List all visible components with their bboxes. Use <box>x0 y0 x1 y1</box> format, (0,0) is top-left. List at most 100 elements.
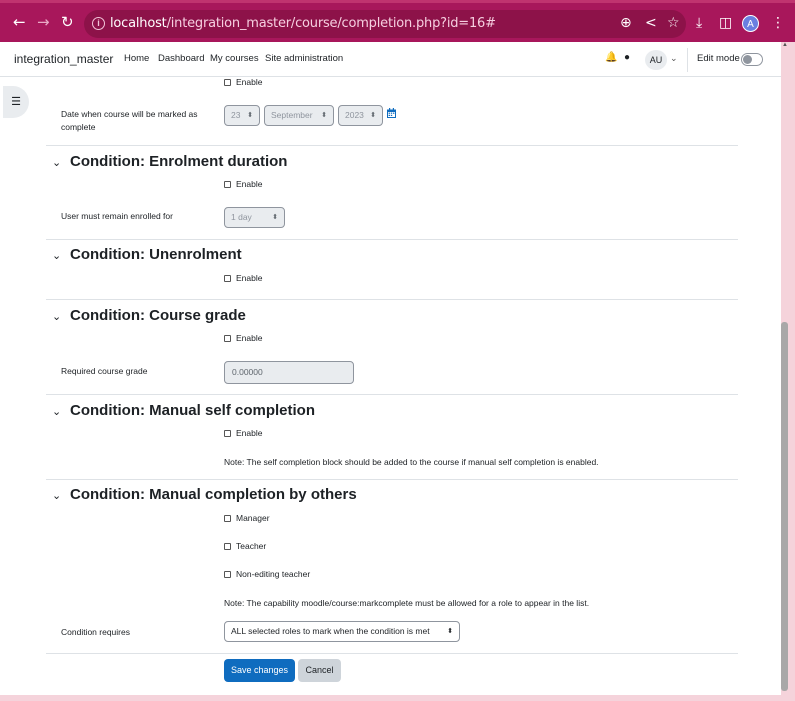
self-completion-enable-checkbox[interactable]: Enable <box>224 428 262 439</box>
date-complete-label: Date when course will be marked as compl… <box>61 109 198 132</box>
year-select[interactable]: 2023 ⬍ <box>338 105 383 126</box>
section-divider <box>46 299 738 300</box>
required-grade-label: Required course grade <box>61 366 148 376</box>
download-icon[interactable]: ⤓ <box>696 15 702 31</box>
chevron-down-icon[interactable]: ⌄ <box>52 156 66 169</box>
checkbox-label: Manager <box>236 513 270 523</box>
nav-site-administration[interactable]: Site administration <box>265 53 343 64</box>
calendar-icon[interactable] <box>387 108 396 118</box>
checkbox-box[interactable] <box>224 181 231 188</box>
select-arrow-icon: ⬍ <box>247 112 253 119</box>
checkbox-label: Enable <box>236 333 263 343</box>
navbar-divider <box>687 48 688 72</box>
forward-icon[interactable]: → <box>37 14 50 30</box>
condition-requires-label: Condition requires <box>61 627 130 637</box>
section-title: Condition: Enrolment duration <box>70 153 288 170</box>
checkbox-label: Enable <box>236 77 263 87</box>
profile-avatar[interactable]: A <box>742 15 759 32</box>
section-title: Condition: Unenrolment <box>70 246 242 263</box>
select-value: 1 day <box>231 212 252 222</box>
section-title: Condition: Manual self completion <box>70 402 315 419</box>
checkbox-box[interactable] <box>224 79 231 86</box>
chevron-down-icon[interactable]: ⌄ <box>52 405 66 418</box>
unenrolment-enable-checkbox[interactable]: Enable <box>224 273 262 284</box>
section-course-grade[interactable]: ⌄ Condition: Course grade <box>52 307 246 324</box>
checkbox-box[interactable] <box>224 543 231 550</box>
course-grade-enable-checkbox[interactable]: Enable <box>224 333 262 344</box>
site-info-icon[interactable]: i <box>92 17 105 30</box>
url-text: localhost/integration_master/course/comp… <box>110 16 496 31</box>
side-panel-icon[interactable]: ◫ <box>719 15 732 31</box>
select-value: 2023 <box>345 110 364 120</box>
site-brand[interactable]: integration_master <box>14 52 113 66</box>
edit-mode-toggle[interactable] <box>741 53 763 66</box>
checkbox-box[interactable] <box>224 515 231 522</box>
messages-icon[interactable]: ● <box>624 52 630 63</box>
required-grade-input[interactable]: 0.00000 <box>224 361 354 384</box>
chevron-down-icon[interactable]: ⌄ <box>52 310 66 323</box>
scrollbar-thumb[interactable] <box>781 322 788 691</box>
section-divider <box>46 145 738 146</box>
bookmark-star-icon[interactable]: ☆ <box>667 15 680 31</box>
browser-toolbar: ← → ↻ i localhost/integration_master/cou… <box>0 0 795 42</box>
checkbox-label: Enable <box>236 179 263 189</box>
checkbox-box[interactable] <box>224 275 231 282</box>
section-manual-completion-by-others[interactable]: ⌄ Condition: Manual completion by others <box>52 486 357 503</box>
checkbox-label: Non-editing teacher <box>236 569 311 579</box>
self-completion-note: Note: The self completion block should b… <box>224 457 599 467</box>
section-divider <box>46 239 738 240</box>
share-icon[interactable]: < <box>645 15 657 31</box>
nav-dashboard[interactable]: Dashboard <box>158 53 204 64</box>
condition-requires-select[interactable]: ALL selected roles to mark when the cond… <box>224 621 460 642</box>
nav-home[interactable]: Home <box>124 53 149 64</box>
nav-my-courses[interactable]: My courses <box>210 53 259 64</box>
section-enrolment-duration[interactable]: ⌄ Condition: Enrolment duration <box>52 153 287 170</box>
select-value: September <box>271 110 313 120</box>
chevron-down-icon[interactable]: ⌄ <box>52 489 66 502</box>
select-value: 23 <box>231 110 241 120</box>
reload-icon[interactable]: ↻ <box>61 14 74 30</box>
checkbox-label: Enable <box>236 273 263 283</box>
scroll-up-arrow-icon[interactable]: ▲ <box>782 42 788 48</box>
address-bar[interactable]: i localhost/integration_master/course/co… <box>84 10 686 38</box>
user-avatar[interactable]: AU <box>645 50 667 70</box>
section-title: Condition: Manual completion by others <box>70 486 357 503</box>
select-arrow-icon: ⬍ <box>447 628 453 635</box>
select-value: ALL selected roles to mark when the cond… <box>231 626 430 636</box>
capability-note: Note: The capability moodle/course:markc… <box>224 598 590 608</box>
date-enable-checkbox[interactable]: Enable <box>224 77 262 88</box>
course-index-drawer-icon[interactable]: ☰ <box>3 86 29 118</box>
checkbox-box[interactable] <box>224 571 231 578</box>
role-non-editing-teacher-checkbox[interactable]: Non-editing teacher <box>224 569 310 580</box>
section-title: Condition: Course grade <box>70 307 246 324</box>
user-menu-chevron-icon[interactable]: ⌄ <box>670 53 678 64</box>
select-arrow-icon: ⬍ <box>321 112 327 119</box>
page-content: ☰ Enable Date when course will be marked… <box>0 77 781 695</box>
enrolled-for-label: User must remain enrolled for <box>61 211 173 221</box>
notification-bell-icon[interactable]: 🔔 <box>605 52 617 63</box>
section-divider <box>46 394 738 395</box>
cancel-button[interactable]: Cancel <box>298 659 341 682</box>
edit-mode-label: Edit mode <box>697 53 740 64</box>
section-divider <box>46 479 738 480</box>
enrolled-for-select[interactable]: 1 day ⬍ <box>224 207 285 228</box>
day-select[interactable]: 23 ⬍ <box>224 105 260 126</box>
section-divider <box>46 653 738 654</box>
checkbox-box[interactable] <box>224 335 231 342</box>
zoom-icon[interactable]: ⊕ <box>620 15 632 31</box>
toggle-knob <box>743 55 752 64</box>
checkbox-label: Enable <box>236 428 263 438</box>
checkbox-box[interactable] <box>224 430 231 437</box>
section-manual-self-completion[interactable]: ⌄ Condition: Manual self completion <box>52 402 315 419</box>
back-icon[interactable]: ← <box>13 14 26 30</box>
browser-menu-icon[interactable]: ⋮ <box>771 15 785 31</box>
enrolment-duration-enable-checkbox[interactable]: Enable <box>224 179 262 190</box>
select-arrow-icon: ⬍ <box>370 112 376 119</box>
chevron-down-icon[interactable]: ⌄ <box>52 249 66 262</box>
checkbox-label: Teacher <box>236 541 267 551</box>
role-manager-checkbox[interactable]: Manager <box>224 513 270 524</box>
role-teacher-checkbox[interactable]: Teacher <box>224 541 266 552</box>
save-changes-button[interactable]: Save changes <box>224 659 295 682</box>
section-unenrolment[interactable]: ⌄ Condition: Unenrolment <box>52 246 242 263</box>
month-select[interactable]: September ⬍ <box>264 105 334 126</box>
